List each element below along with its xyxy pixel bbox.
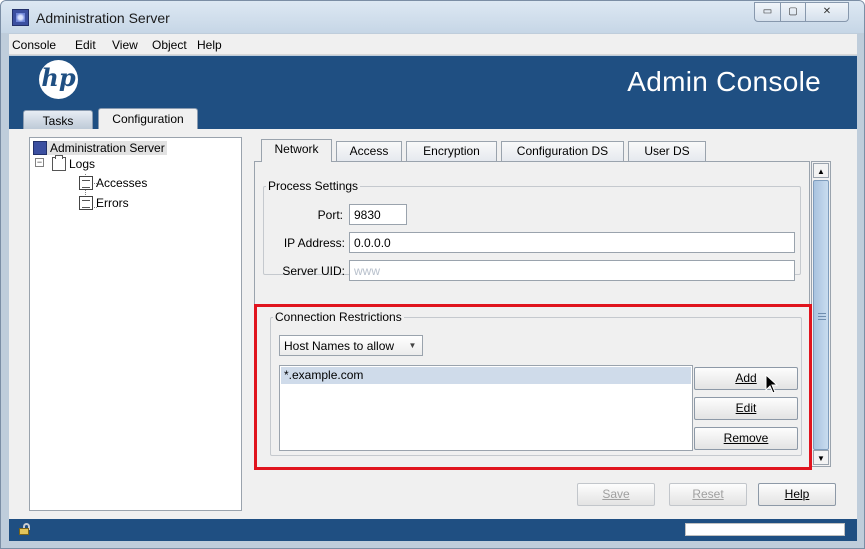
menu-help[interactable]: Help (197, 38, 222, 52)
menu-bar: Console Edit View Object Help (9, 34, 857, 55)
document-icon (79, 176, 93, 190)
thumb-grip (818, 319, 826, 320)
ip-address-label: IP Address: (283, 236, 345, 250)
tab-network[interactable]: Network (261, 139, 332, 162)
menu-view[interactable]: View (112, 38, 138, 52)
main-content: Administration Server − Logs Accesses Er… (9, 129, 857, 519)
tree-item-logs[interactable]: Logs (52, 155, 96, 171)
thumb-grip (818, 313, 826, 314)
menu-edit[interactable]: Edit (75, 38, 96, 52)
tab-user-ds[interactable]: User DS (628, 141, 706, 162)
maximize-button[interactable]: ▢ (780, 2, 806, 22)
network-tab-panel: Process Settings Port: IP Address: Serve… (254, 161, 810, 469)
port-field[interactable] (349, 204, 407, 225)
tree-item-label: Logs (69, 157, 96, 171)
console-title: Admin Console (627, 66, 821, 97)
server-icon (12, 9, 29, 26)
lock-icon (19, 523, 31, 535)
hp-logo: hp (39, 60, 78, 99)
tree-item-label: Administration Server (50, 141, 165, 155)
help-button[interactable]: Help (758, 483, 836, 506)
scroll-thumb[interactable] (813, 180, 829, 450)
app-window: Administration Server ▭ ▢ ✕ Console Edit… (0, 0, 865, 549)
ip-address-field[interactable] (349, 232, 795, 253)
thumb-grip (818, 316, 826, 317)
collapse-toggle[interactable]: − (35, 158, 44, 167)
vertical-scrollbar[interactable]: ▲ ▼ (811, 161, 831, 467)
tab-configuration-ds[interactable]: Configuration DS (501, 141, 624, 162)
tab-configuration[interactable]: Configuration (98, 108, 198, 129)
title-bar: Administration Server ▭ ▢ ✕ (1, 1, 864, 33)
minimize-button[interactable]: ▭ (754, 2, 781, 22)
save-button[interactable]: Save (577, 483, 655, 506)
reset-button[interactable]: Reset (669, 483, 747, 506)
tree-item-label: Accesses (96, 176, 148, 190)
port-label: Port: (317, 208, 343, 222)
host-names-list[interactable]: *.example.com (279, 365, 693, 451)
status-bar (9, 519, 857, 541)
process-settings-legend: Process Settings (268, 179, 359, 193)
server-uid-field (349, 260, 795, 281)
server-icon (33, 141, 47, 155)
tree-item-errors[interactable]: Errors (79, 196, 129, 210)
folder-icon (52, 155, 66, 171)
tab-access[interactable]: Access (336, 141, 402, 162)
host-names-select[interactable]: Host Names to allow ▼ (279, 335, 423, 356)
remove-button[interactable]: Remove (694, 427, 798, 450)
navigation-tree: Administration Server − Logs Accesses Er… (29, 137, 242, 511)
menu-object[interactable]: Object (152, 38, 187, 52)
list-item[interactable]: *.example.com (281, 367, 691, 384)
header-banner: hp Admin Console Tasks Configuration (9, 56, 857, 131)
window-title: Administration Server (36, 10, 170, 26)
mouse-cursor-icon (765, 374, 779, 394)
scroll-up-icon[interactable]: ▲ (813, 163, 829, 178)
chevron-down-icon: ▼ (408, 341, 417, 350)
scroll-down-icon[interactable]: ▼ (813, 450, 829, 465)
edit-button[interactable]: Edit (694, 397, 798, 420)
tab-encryption[interactable]: Encryption (406, 141, 497, 162)
tab-tasks[interactable]: Tasks (23, 110, 93, 131)
server-uid-label: Server UID: (282, 264, 345, 278)
progress-bar (685, 523, 845, 536)
close-button[interactable]: ✕ (805, 2, 849, 22)
tree-item-label: Errors (96, 196, 129, 210)
tree-item-administration-server[interactable]: Administration Server (33, 141, 167, 155)
add-button[interactable]: Add (694, 367, 798, 390)
document-icon (79, 196, 93, 210)
menu-console[interactable]: Console (12, 38, 56, 52)
select-value: Host Names to allow (284, 339, 395, 353)
connection-restrictions-legend: Connection Restrictions (275, 310, 402, 324)
tree-item-accesses[interactable]: Accesses (79, 176, 147, 190)
